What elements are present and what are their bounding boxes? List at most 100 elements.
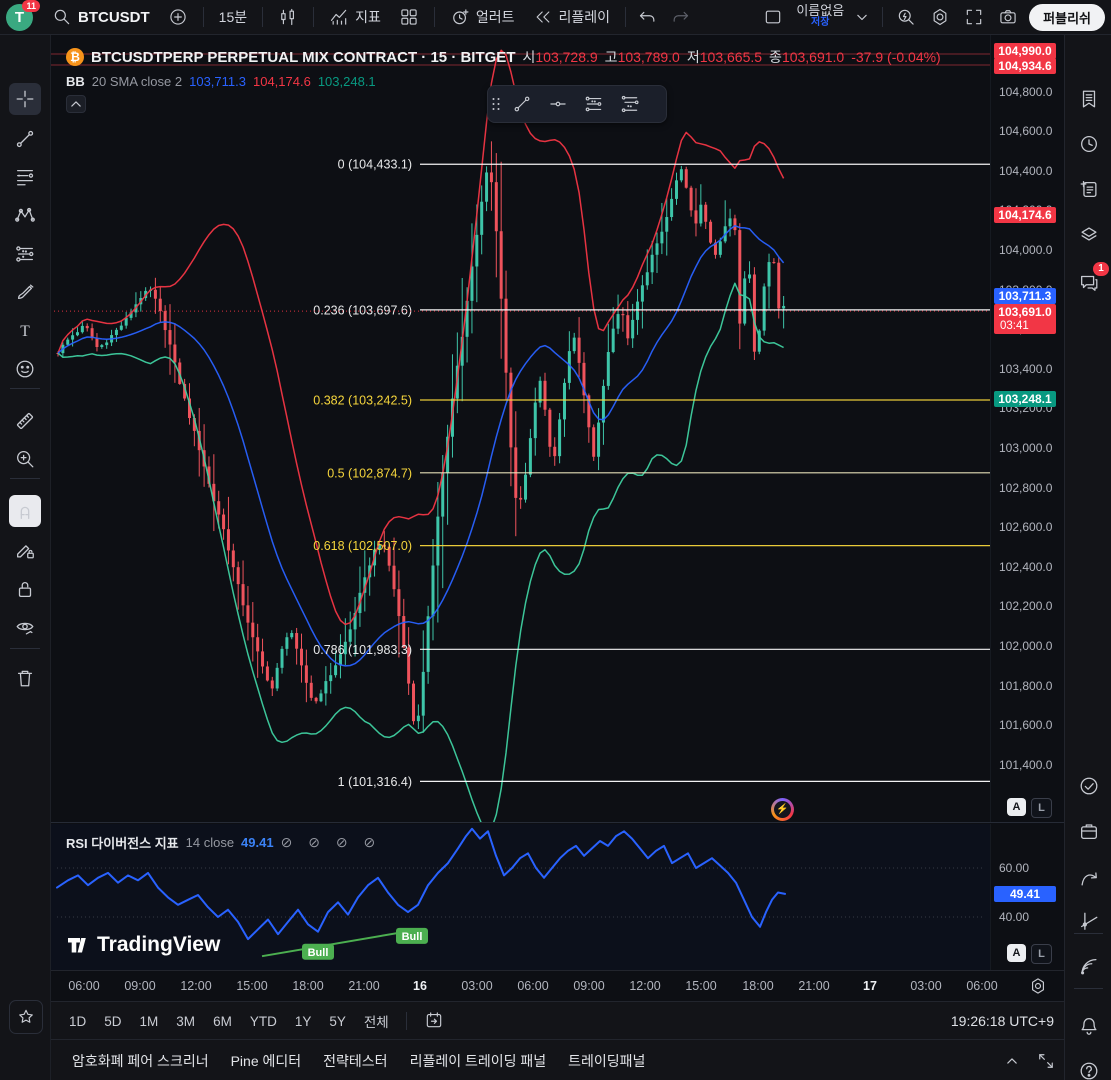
replay-button[interactable]: 리플레이	[524, 3, 620, 31]
price-axis-tick: 103,000.0	[999, 441, 1052, 455]
range-button-3m[interactable]: 3M	[168, 1010, 203, 1033]
time-axis-settings-button[interactable]	[1028, 976, 1048, 1001]
lock-tool[interactable]	[9, 573, 41, 605]
bell-icon	[1078, 1015, 1100, 1037]
tab-pine-editor[interactable]: Pine 에디터	[231, 1051, 302, 1071]
floating-badge-icon[interactable]: ⚡	[771, 798, 794, 821]
magnet-tool[interactable]	[9, 495, 41, 527]
layout-select-button[interactable]	[754, 3, 792, 31]
rsi-axis[interactable]: 60.0040.0049.41AL	[990, 824, 1065, 970]
save-label[interactable]: 저장	[811, 17, 829, 29]
symbol-name: BTCUSDT	[78, 9, 150, 26]
range-button-1m[interactable]: 1M	[132, 1010, 167, 1033]
projection-tool[interactable]	[9, 238, 41, 270]
rsi-log-scale-button[interactable]: L	[1031, 944, 1052, 964]
log-scale-button[interactable]: L	[1031, 798, 1052, 818]
tab-strategy-tester[interactable]: 전략테스터	[323, 1051, 387, 1071]
plus-circle-icon	[168, 7, 188, 27]
fib-tool[interactable]	[9, 161, 41, 193]
legend-title[interactable]: BTCUSDTPERP PERPETUAL MIX CONTRACT · 15 …	[91, 49, 515, 66]
trendline-tool[interactable]	[9, 123, 41, 155]
expand-panel-chevron[interactable]	[1002, 1051, 1022, 1071]
chart-settings-button[interactable]	[923, 3, 957, 31]
symbol-search-button[interactable]: BTCUSDT	[43, 3, 159, 31]
tab-trading-panel[interactable]: 트레이딩패널	[568, 1051, 645, 1071]
user-avatar[interactable]: T 11	[6, 4, 33, 31]
clock-utc[interactable]: 19:26:18 UTC+9	[951, 1013, 1054, 1029]
xabcd-icon	[14, 204, 36, 226]
range-button-1d[interactable]: 1D	[61, 1010, 94, 1033]
eyeslash-icon	[14, 616, 36, 638]
gear-icon	[930, 7, 950, 27]
compare-add-symbol-button[interactable]	[159, 3, 197, 31]
briefcase-sidebar-button[interactable]	[1073, 815, 1105, 847]
smiley-tool[interactable]	[9, 353, 41, 385]
pencillock-icon	[14, 539, 36, 561]
chat-sidebar-button[interactable]: 1	[1073, 266, 1105, 298]
favorites-drawer-button[interactable]	[9, 1000, 43, 1034]
main-chart[interactable]: 0 (104,433.1)0.236 (103,697.6)0.382 (103…	[50, 34, 990, 822]
chart-style-button[interactable]	[269, 3, 307, 31]
interval-button[interactable]: 15분	[210, 3, 256, 31]
waves-sidebar-button[interactable]	[1073, 950, 1105, 982]
layout-menu-chevron[interactable]	[848, 3, 876, 31]
fullscreen-button[interactable]	[957, 3, 991, 31]
price-axis-tick: 102,400.0	[999, 560, 1052, 574]
slope-icon	[1078, 910, 1100, 932]
range-button-6m[interactable]: 6M	[205, 1010, 240, 1033]
snapshot-button[interactable]	[991, 3, 1025, 31]
rsi-axis-tick: 40.00	[999, 910, 1029, 924]
indicators-button[interactable]: 지표	[320, 3, 390, 31]
layers-sidebar-button[interactable]	[1073, 218, 1105, 250]
layout-name: 이름없음	[796, 5, 844, 17]
ruler-tool[interactable]	[9, 405, 41, 437]
smiley-icon	[14, 358, 36, 380]
tab-crypto-pair-screener[interactable]: 암호화폐 페어 스크리너	[72, 1051, 209, 1071]
text-tool[interactable]: T	[9, 315, 41, 347]
range-button-전체[interactable]: 전체	[356, 1007, 397, 1035]
layout-name-button[interactable]: 이름없음 저장	[792, 5, 848, 29]
price-axis-tick: 104,800.0	[999, 85, 1052, 99]
range-button-5d[interactable]: 5D	[96, 1010, 129, 1033]
trash-tool[interactable]	[9, 662, 41, 694]
eyeslash-tool[interactable]	[9, 611, 41, 643]
quick-search-button[interactable]	[889, 3, 923, 31]
pencillock-tool[interactable]	[9, 534, 41, 566]
fib-extension-icon	[620, 94, 640, 114]
fib-retracement-tool-button[interactable]	[576, 89, 612, 119]
alert-button[interactable]: 얼러트	[441, 3, 524, 31]
range-button-ytd[interactable]: YTD	[242, 1010, 285, 1033]
watchlist-sidebar-button[interactable]	[1073, 83, 1105, 115]
rsi-auto-scale-button[interactable]: A	[1007, 944, 1026, 962]
price-axis[interactable]: 104,800.0104,600.0104,400.0104,200.0104,…	[990, 34, 1065, 822]
redo-button[interactable]	[664, 3, 696, 31]
fib-icon	[14, 166, 36, 188]
fib-extension-tool-button[interactable]	[612, 89, 648, 119]
publish-button[interactable]: 퍼블리쉬	[1029, 4, 1105, 31]
curvearrow-sidebar-button[interactable]	[1073, 862, 1105, 894]
rsi-indicator-legend[interactable]: RSI 다이버전스 지표 14 close 49.41 ⊘ ⊘ ⊘ ⊘	[66, 833, 381, 852]
tab-replay-trading-panel[interactable]: 리플레이 트레이딩 패널	[410, 1051, 547, 1071]
time-axis[interactable]: 06:0009:0012:0015:0018:0021:001603:0006:…	[50, 970, 1064, 1002]
auto-scale-button[interactable]: A	[1007, 798, 1026, 816]
trendline-tool-button[interactable]	[504, 89, 540, 119]
indicator-templates-button[interactable]	[390, 3, 428, 31]
pane-separator[interactable]	[50, 822, 1064, 823]
undo-button[interactable]	[632, 3, 664, 31]
range-button-1y[interactable]: 1Y	[287, 1010, 320, 1033]
maximize-panel-icon[interactable]	[1036, 1051, 1056, 1071]
crosshair-tool[interactable]	[9, 83, 41, 115]
circlecheck-sidebar-button[interactable]	[1073, 770, 1105, 802]
horizontal-line-tool-button[interactable]	[540, 89, 576, 119]
zoomin-tool[interactable]	[9, 443, 41, 475]
range-button-5y[interactable]: 5Y	[321, 1010, 354, 1033]
noteplus-sidebar-button[interactable]	[1073, 173, 1105, 205]
go-to-date-button[interactable]	[416, 1006, 452, 1037]
legend-collapse-button[interactable]	[66, 95, 86, 113]
question-sidebar-button[interactable]	[1073, 1055, 1105, 1080]
clock-sidebar-button[interactable]	[1073, 128, 1105, 160]
drag-handle-icon[interactable]	[488, 94, 504, 114]
brush-tool[interactable]	[9, 276, 41, 308]
bell-sidebar-button[interactable]	[1073, 1010, 1105, 1042]
xabcd-tool[interactable]	[9, 199, 41, 231]
